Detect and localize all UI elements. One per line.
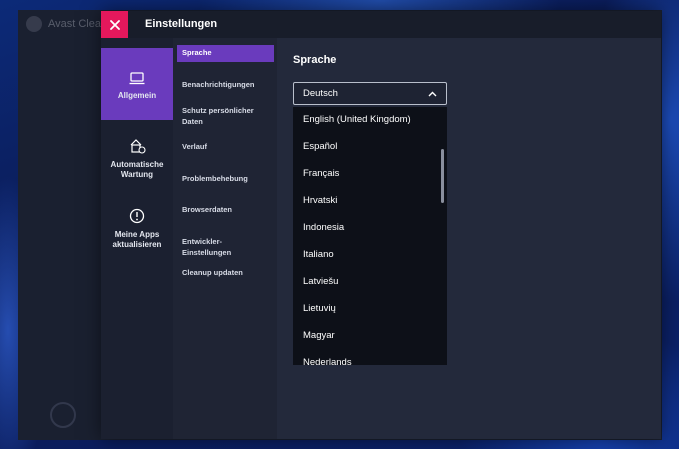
subnav-item-problembehebung[interactable]: Problembehebung	[177, 171, 274, 188]
close-button[interactable]	[101, 11, 128, 38]
language-option[interactable]: Indonesia	[293, 215, 439, 239]
rail-item-label: Meine Apps aktualisieren	[112, 230, 162, 249]
subnav-item-benachrichtigungen[interactable]: Benachrichtigungen	[177, 77, 274, 94]
language-option[interactable]: Français	[293, 161, 439, 185]
monitor-icon	[129, 72, 145, 85]
language-option[interactable]: Español	[293, 134, 439, 158]
language-option[interactable]: Italiano	[293, 242, 439, 266]
subnav-item-verlauf[interactable]: Verlauf	[177, 139, 274, 156]
language-select-value: Deutsch	[303, 88, 338, 99]
scrollbar-thumb[interactable]	[441, 149, 444, 203]
alert-icon	[129, 208, 145, 224]
dialog-header: Einstellungen	[101, 11, 661, 38]
settings-subnav: Sprache Benachrichtigungen Schutz persön…	[173, 38, 277, 439]
maintenance-icon	[130, 139, 146, 154]
language-option[interactable]: Latviešu	[293, 269, 439, 293]
dialog-title: Einstellungen	[145, 18, 218, 30]
subnav-item-cleanup-updaten[interactable]: Cleanup updaten	[177, 265, 274, 282]
settings-dialog: Einstellungen Allgemein Automatische War…	[101, 11, 661, 439]
dropdown-scrollbar[interactable]	[439, 107, 447, 365]
subnav-item-browserdaten[interactable]: Browserdaten	[177, 202, 274, 219]
rail-item-label: Automatische Wartung	[110, 160, 164, 179]
category-rail: Allgemein Automatische Wartung Meine App…	[101, 38, 173, 439]
rail-item-allgemein[interactable]: Allgemein	[101, 48, 173, 120]
rail-item-label: Allgemein	[117, 91, 157, 100]
language-option[interactable]: English (United Kingdom)	[293, 107, 439, 131]
language-select[interactable]: Deutsch	[293, 82, 447, 105]
language-option[interactable]: Nederlands	[293, 350, 439, 366]
language-option[interactable]: Hrvatski	[293, 188, 439, 212]
rail-item-automatische-wartung[interactable]: Automatische Wartung	[101, 130, 173, 190]
chevron-up-icon	[428, 91, 437, 96]
language-option[interactable]: Magyar	[293, 323, 439, 347]
subnav-item-schutz-persoenlicher-daten[interactable]: Schutz persönlicher Daten	[177, 103, 274, 130]
language-dropdown-list: English (United Kingdom) Español Françai…	[293, 107, 447, 365]
rail-item-meine-apps[interactable]: Meine Apps aktualisieren	[101, 200, 173, 260]
subnav-item-sprache[interactable]: Sprache	[177, 45, 274, 62]
language-option[interactable]: Lietuvių	[293, 296, 439, 320]
page-title: Sprache	[293, 54, 337, 66]
close-icon	[109, 19, 120, 30]
subnav-item-entwickler-einstellungen[interactable]: Entwickler-Einstellungen	[177, 234, 274, 261]
background-gear-icon	[50, 402, 76, 428]
app-logo-icon	[26, 16, 42, 32]
